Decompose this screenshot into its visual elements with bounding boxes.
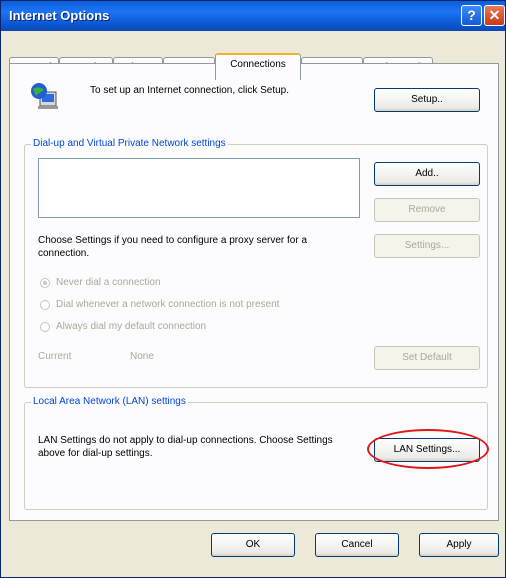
lan-group-label: Local Area Network (LAN) settings (31, 396, 188, 407)
never-dial-radio[interactable] (40, 278, 50, 288)
always-dial-label: Always dial my default connection (56, 321, 207, 332)
add-button[interactable]: Add.. (374, 162, 480, 186)
apply-button[interactable]: Apply (419, 533, 499, 557)
help-button[interactable]: ? (461, 5, 482, 26)
current-label: Current (38, 351, 72, 362)
internet-options-dialog: Internet Options ? ✕ General Security Pr… (0, 0, 506, 578)
proxy-description: Choose Settings if you need to configure… (38, 235, 308, 259)
dialup-group-label: Dial-up and Virtual Private Network sett… (31, 138, 228, 149)
ok-button[interactable]: OK (211, 533, 295, 557)
remove-button[interactable]: Remove (374, 198, 480, 222)
setup-description: To set up an Internet connection, click … (90, 85, 290, 96)
set-default-button[interactable]: Set Default (374, 346, 480, 370)
cancel-button[interactable]: Cancel (315, 533, 399, 557)
settings-button[interactable]: Settings... (374, 234, 480, 258)
always-dial-radio[interactable] (40, 322, 50, 332)
network-globe-icon (30, 82, 58, 110)
lan-description: LAN Settings do not apply to dial-up con… (38, 435, 333, 459)
dial-whenever-label: Dial whenever a network connection is no… (56, 299, 280, 310)
title-bar[interactable]: Internet Options ? ✕ (1, 1, 505, 31)
never-dial-label: Never dial a connection (56, 277, 161, 288)
window-title: Internet Options (9, 8, 110, 23)
setup-button[interactable]: Setup.. (374, 88, 480, 112)
connections-listbox[interactable] (38, 158, 360, 218)
current-value: None (130, 351, 154, 362)
dial-whenever-radio[interactable] (40, 300, 50, 310)
lan-settings-highlight-circle (367, 429, 489, 469)
tab-connections[interactable]: Connections (215, 53, 301, 80)
close-button[interactable]: ✕ (484, 5, 505, 26)
